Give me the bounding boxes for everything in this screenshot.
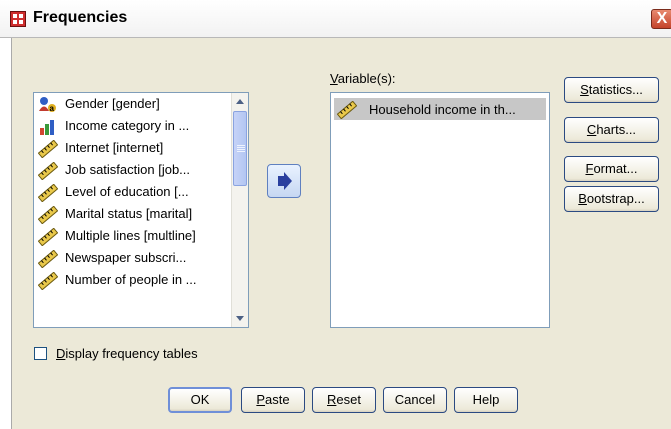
list-item[interactable]: Household income in th... [334,98,546,120]
ok-button[interactable]: OK [168,387,232,413]
chevron-down-icon [236,316,244,321]
list-item[interactable]: Income category in ... [36,115,228,137]
list-item[interactable]: Number of people in ... [36,269,228,291]
svg-text:a: a [50,104,55,113]
scroll-down-button[interactable] [232,310,248,327]
reset-button[interactable]: Reset [312,387,376,413]
source-variable-list[interactable]: a Gender [gender] Income category in ...… [33,92,249,328]
chevron-up-icon [236,99,244,104]
list-item[interactable]: Marital status [marital] [36,203,228,225]
scale-variable-icon [38,228,58,246]
scale-variable-icon [38,272,58,290]
variables-label: Variable(s): [330,71,396,86]
window-title: Frequencies [33,9,128,26]
list-item[interactable]: Level of education [... [36,181,228,203]
nominal-variable-icon: a [39,97,56,113]
move-right-arrow-icon [278,172,292,190]
format-button[interactable]: Format... [564,156,659,182]
scale-variable-icon [38,250,58,268]
statistics-button[interactable]: Statistics... [564,77,659,103]
scroll-up-button[interactable] [232,93,248,110]
scale-variable-icon [38,184,58,202]
close-icon: X [656,10,668,27]
bootstrap-button[interactable]: Bootstrap... [564,186,659,212]
scale-variable-icon [38,206,58,224]
scrollbar-thumb[interactable] [233,111,247,186]
list-item[interactable]: Job satisfaction [job... [36,159,228,181]
scale-variable-icon [38,162,58,180]
scale-variable-icon [38,140,58,158]
selected-variables-list[interactable]: Household income in th... [330,92,550,328]
paste-button[interactable]: Paste [241,387,305,413]
source-list-scrollbar[interactable] [231,93,248,327]
display-frequency-checkbox[interactable] [34,347,47,360]
list-item[interactable]: a Gender [gender] [36,93,228,115]
list-item[interactable]: Newspaper subscri... [36,247,228,269]
close-button[interactable]: X [651,9,671,29]
cancel-button[interactable]: Cancel [383,387,447,413]
charts-button[interactable]: Charts... [564,117,659,143]
ordinal-variable-icon [40,120,54,135]
frequencies-app-icon [10,11,26,27]
scale-variable-icon [337,101,357,119]
help-button[interactable]: Help [454,387,518,413]
list-item[interactable]: Multiple lines [multline] [36,225,228,247]
title-bar[interactable]: Frequencies X [0,0,671,38]
list-item[interactable]: Internet [internet] [36,137,228,159]
move-to-variables-button[interactable] [267,164,301,198]
display-frequency-label[interactable]: Display frequency tables [56,346,198,361]
